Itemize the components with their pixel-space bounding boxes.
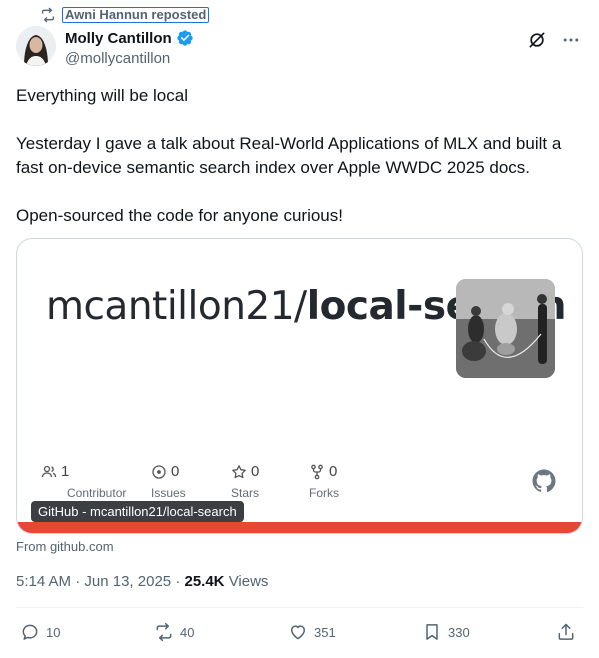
stat-label: Contributor — [67, 486, 127, 500]
stat-value: 0 — [251, 463, 260, 480]
tweet-top-actions — [527, 30, 581, 50]
tweet-time[interactable]: 5:14 AM — [16, 573, 71, 590]
reply-button[interactable]: 10 — [20, 622, 60, 642]
card-link-badge[interactable]: GitHub - mcantillon21/local-search — [31, 501, 244, 522]
tweet-text: Everything will be local Yesterday I gav… — [16, 84, 586, 228]
share-icon — [558, 623, 574, 640]
stat-contributors: 1 Contributor — [41, 463, 129, 500]
share-button[interactable] — [556, 622, 576, 642]
bookmark-button[interactable]: 330 — [422, 622, 470, 642]
avatar-image — [16, 26, 56, 66]
repost-label[interactable]: Awni Hannun reposted — [62, 7, 210, 23]
grok-icon[interactable] — [527, 30, 547, 50]
tweet-line: Everything will be local — [16, 86, 188, 105]
bookmark-icon — [426, 624, 438, 640]
avatar[interactable] — [16, 26, 56, 66]
card-thumbnail — [456, 279, 555, 378]
card-title-owner: mcantillon21/ — [46, 284, 307, 329]
like-count: 351 — [314, 624, 336, 640]
verified-badge-icon — [176, 30, 193, 46]
stat-issues: 0 Issues — [151, 463, 239, 500]
reply-count: 10 — [46, 624, 61, 640]
stat-label: Stars — [231, 486, 260, 500]
bookmark-count: 330 — [448, 624, 470, 640]
stat-value: 0 — [329, 463, 338, 480]
like-button[interactable]: 351 — [288, 622, 336, 642]
contributor-icon — [41, 465, 57, 477]
more-options-icon[interactable] — [561, 30, 581, 50]
tweet-line: Open-sourced the code for anyone curious… — [16, 206, 343, 225]
repost-count: 40 — [180, 624, 195, 640]
repost-icon — [156, 622, 172, 642]
issues-icon — [152, 464, 166, 479]
stat-value: 1 — [61, 463, 70, 480]
divider — [16, 607, 583, 608]
stat-stars: 0 Stars — [231, 463, 319, 500]
fork-icon — [311, 464, 323, 479]
tweet-line: Yesterday I gave a talk about Real-World… — [16, 134, 562, 177]
heart-icon — [291, 625, 305, 640]
tweet-meta: 5:14 AM · Jun 13, 2025 · 25.4K Views — [16, 573, 268, 590]
author-name[interactable]: Molly Cantillon — [65, 30, 172, 47]
stat-label: Issues — [151, 486, 186, 500]
views-count: 25.4K — [184, 573, 225, 590]
author-handle[interactable]: @mollycantillon — [65, 50, 170, 67]
link-card[interactable]: mcantillon21/local-search 1 Contributor … — [16, 238, 583, 534]
card-source[interactable]: From github.com — [16, 539, 114, 554]
views-label: Views — [228, 573, 269, 590]
stat-forks: 0 Forks — [309, 463, 397, 500]
repost-button[interactable]: 40 — [154, 622, 194, 642]
tweet-date[interactable]: Jun 13, 2025 — [84, 573, 171, 590]
repost-header: Awni Hannun reposted — [40, 7, 210, 23]
repost-icon — [42, 7, 54, 23]
card-stats: 1 Contributor 0 Issues 0 Stars 0 Forks — [41, 463, 397, 500]
meta-separator: · — [75, 573, 85, 590]
stat-label: Forks — [309, 486, 339, 500]
stat-value: 0 — [171, 463, 180, 480]
author-name-row: Molly Cantillon — [65, 29, 194, 47]
github-icon — [532, 469, 556, 493]
reply-icon — [22, 624, 38, 640]
tweet-actions: 10 40 351 330 — [20, 622, 580, 646]
card-accent-bar — [17, 522, 582, 533]
star-icon — [232, 464, 246, 478]
